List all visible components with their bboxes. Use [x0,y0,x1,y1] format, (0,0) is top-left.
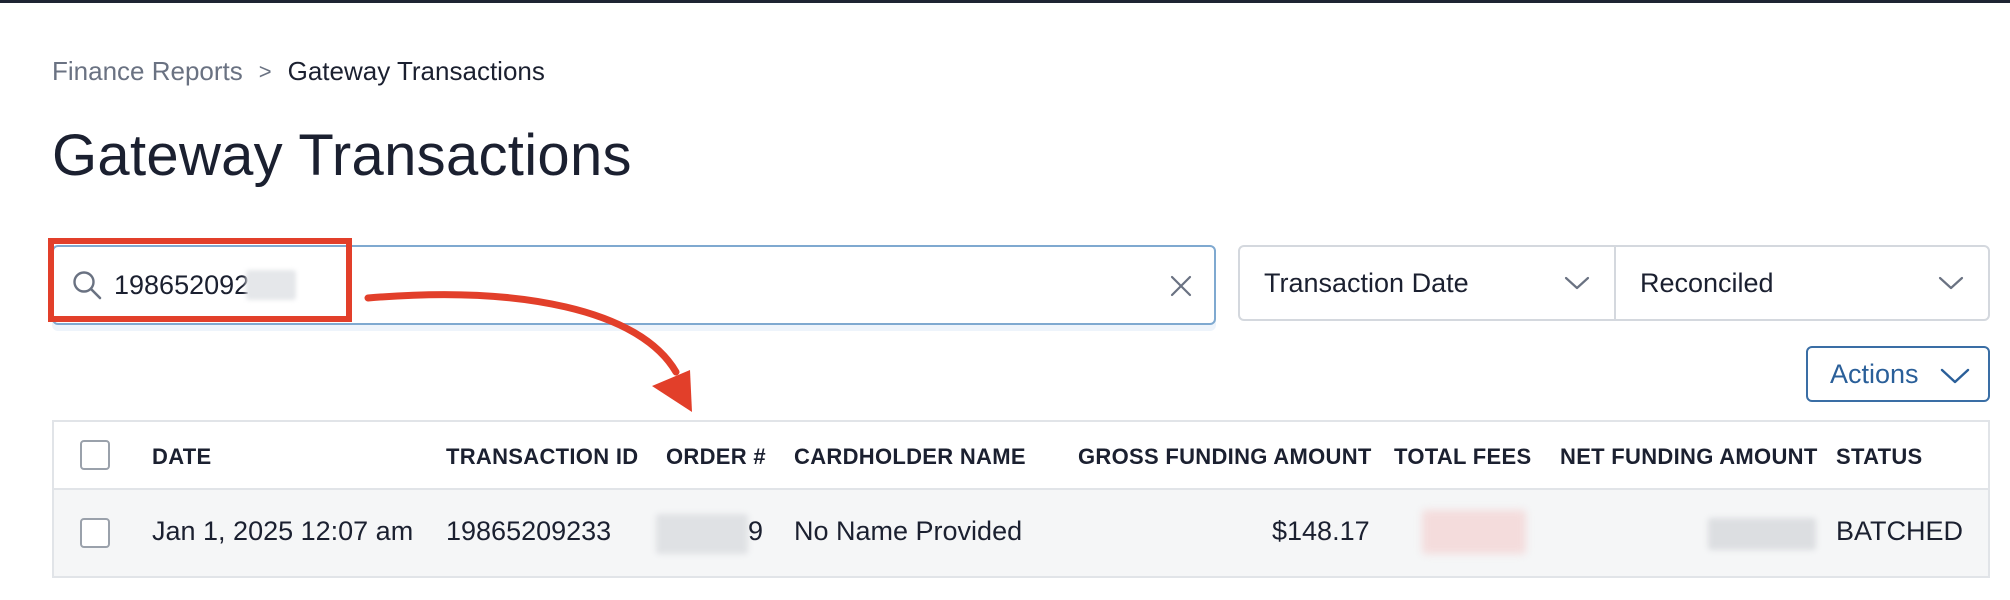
breadcrumb-separator: > [258,58,272,84]
chevron-down-icon [1940,368,1970,384]
breadcrumb-current: Gateway Transactions [287,56,545,86]
reconciled-label: Reconciled [1640,267,1774,298]
breadcrumb: Finance Reports > Gateway Transactions [52,56,545,87]
column-header-total-fees[interactable]: TOTAL FEES [1394,444,1531,470]
chevron-down-icon [1938,276,1964,290]
column-header-transaction-id[interactable]: TRANSACTION ID [446,444,638,470]
row-checkbox[interactable] [80,518,110,548]
column-header-gross-funding-amount[interactable]: GROSS FUNDING AMOUNT [1078,444,1372,470]
redacted-order-number [656,514,748,554]
redacted-net-funding-amount [1708,518,1816,550]
filter-group: Transaction Date Reconciled [1238,245,1990,321]
table-header-row: DATE TRANSACTION ID ORDER # CARDHOLDER N… [54,422,1988,490]
redacted-total-fees [1422,510,1526,554]
row-gross-funding-amount: $148.17 [1272,516,1370,546]
table-row[interactable]: Jan 1, 2025 12:07 am 19865209233 9 No Na… [54,490,1988,576]
select-all-checkbox[interactable] [80,440,110,470]
top-bar [0,0,2010,3]
row-cardholder-name: No Name Provided [794,516,1023,546]
actions-label: Actions [1830,358,1919,389]
row-order-number: 9 [748,516,764,546]
row-transaction-id: 19865209233 [446,516,612,546]
transaction-date-label: Transaction Date [1264,267,1469,298]
column-header-net-funding-amount[interactable]: NET FUNDING AMOUNT [1560,444,1818,470]
page-title: Gateway Transactions [52,123,632,188]
row-date: Jan 1, 2025 12:07 am [152,516,414,546]
chevron-down-icon [1564,276,1590,290]
transactions-table: DATE TRANSACTION ID ORDER # CARDHOLDER N… [52,420,1990,578]
column-header-date[interactable]: DATE [152,444,211,470]
reconciled-select[interactable]: Reconciled [1616,247,1988,319]
column-header-cardholder-name[interactable]: CARDHOLDER NAME [794,444,1026,470]
actions-button[interactable]: Actions [1806,346,1990,402]
transaction-date-select[interactable]: Transaction Date [1240,247,1616,319]
row-status: BATCHED [1836,516,1964,546]
breadcrumb-link-finance-reports[interactable]: Finance Reports [52,56,243,87]
close-icon[interactable] [1168,273,1194,299]
column-header-status[interactable]: STATUS [1836,444,1923,470]
annotation-highlight-box [48,238,352,322]
column-header-order[interactable]: ORDER # [666,444,766,470]
